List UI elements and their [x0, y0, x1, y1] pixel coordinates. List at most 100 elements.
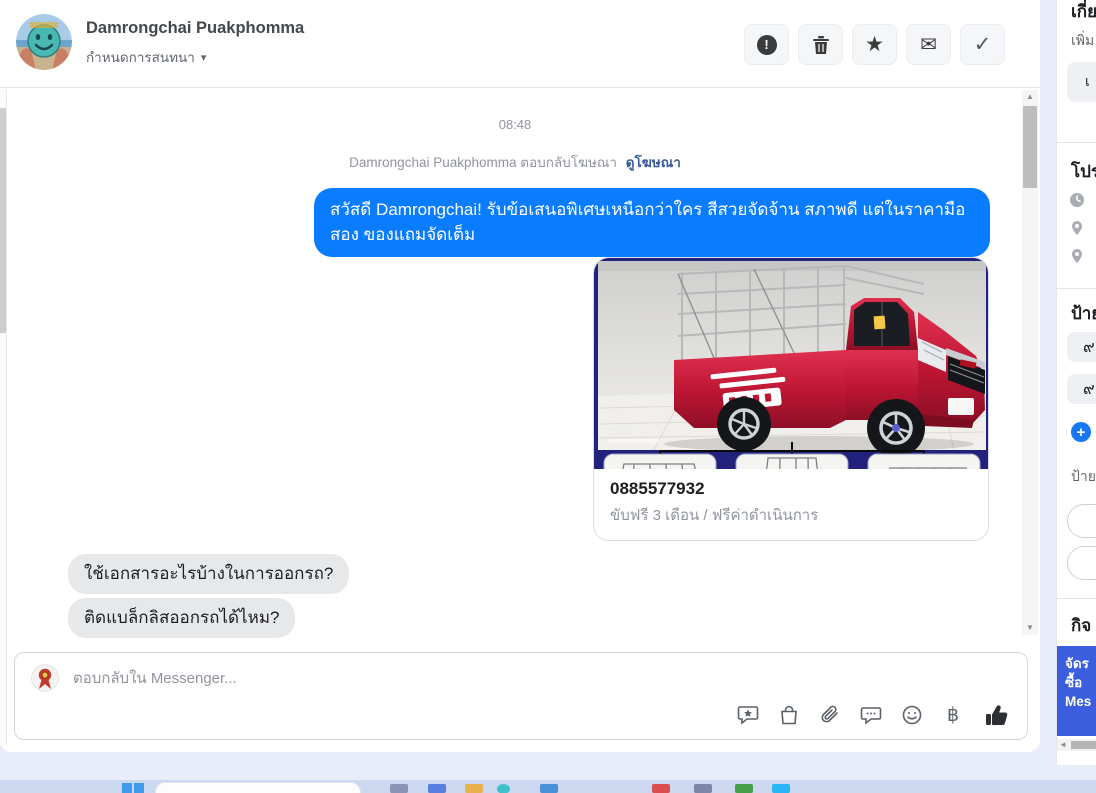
location-pin-icon: [1072, 249, 1082, 263]
page-avatar-image: [31, 664, 59, 692]
sticker-bubble-star-icon: [737, 706, 759, 725]
label-chip[interactable]: ๙: [1067, 374, 1096, 404]
mark-unread-button[interactable]: ✉: [906, 24, 951, 65]
taskbar: [0, 780, 1096, 793]
ad-context-row: Damrongchai Puakphomma ตอบกลับโฆษณา ดูโฆ…: [8, 151, 1022, 173]
saved-replies-button[interactable]: [860, 704, 882, 726]
star-icon: ★: [865, 33, 884, 56]
plus-icon: +: [1076, 423, 1086, 441]
activity-cta-line: Mes: [1065, 694, 1092, 709]
taskbar-app-icon[interactable]: [772, 784, 790, 793]
outgoing-message-bubble: สวัสดี Damrongchai! รับข้อเสนอพิเศษเหนือ…: [314, 188, 990, 258]
message-scrollbar-thumb[interactable]: [1023, 106, 1037, 188]
sticker-button[interactable]: [737, 704, 759, 726]
activity-cta-card[interactable]: จัดร ซื้อ Mes: [1057, 646, 1096, 736]
incoming-message-bubble: ใช้เอกสารอะไรบ้างในการออกรถ?: [68, 554, 350, 594]
labels-section-title: ป้าย: [1071, 304, 1096, 323]
emoji-button[interactable]: [901, 704, 923, 726]
report-button[interactable]: !: [744, 24, 789, 65]
about-section-title: เกี่ย: [1071, 2, 1096, 21]
smiley-icon: [902, 705, 922, 725]
about-action-label: เ: [1085, 73, 1090, 89]
trash-icon: [812, 35, 829, 54]
conversation-actions: ! ★ ✉ ✓: [744, 24, 1005, 65]
delete-button[interactable]: [798, 24, 843, 65]
taskbar-app-icon[interactable]: [540, 784, 558, 793]
label-chip-text: ๙: [1083, 338, 1095, 356]
taskbar-app-icon[interactable]: [428, 784, 446, 793]
taskbar-app-icon[interactable]: [652, 784, 670, 793]
location-pin-icon: [1072, 221, 1082, 235]
details-sidebar: เกี่ย เพิ่ม เ โปร ป้าย ๙ ๙ +: [1056, 0, 1096, 765]
label-chip-text: ๙: [1083, 380, 1095, 398]
contact-name: Damrongchai Puakphomma: [86, 19, 305, 37]
comment-dots-icon: [860, 707, 882, 725]
labels-hint-text: ป้าย: [1071, 468, 1096, 484]
baht-icon: ฿: [946, 704, 960, 726]
label-input[interactable]: [1067, 504, 1096, 538]
taskbar-app-icon[interactable]: [694, 784, 712, 793]
conversation-header: Damrongchai Puakphomma กำหนดการสนทนา ▾ !: [0, 0, 1040, 88]
profile-section-title: โปร: [1071, 162, 1096, 181]
incoming-message-bubble: ติดแบล็กลิสออกรถได้ไหม?: [68, 598, 296, 638]
about-action-button[interactable]: เ: [1067, 62, 1096, 102]
activity-section-title: กิจ: [1071, 616, 1092, 635]
shopping-bag-icon: [781, 705, 797, 725]
envelope-icon: ✉: [920, 33, 937, 56]
message-list: 08:48 Damrongchai Puakphomma ตอบกลับโฆษณ…: [8, 89, 1022, 638]
attachment-caption: ขับฟรี 3 เดือน / ฟรีค่าดำเนินการ: [610, 507, 819, 524]
windows-start-icon[interactable]: [122, 783, 144, 793]
conversation-list-scrollbar[interactable]: [0, 89, 7, 745]
activity-cta-line: ซื้อ: [1065, 675, 1083, 690]
divider: [1057, 598, 1096, 599]
attach-button[interactable]: [819, 704, 841, 726]
sidebar-scrollbar-thumb[interactable]: [1071, 741, 1096, 749]
reply-input[interactable]: [73, 664, 693, 692]
divider: [1057, 142, 1096, 143]
add-label-button[interactable]: +: [1071, 422, 1091, 442]
timestamp: 08:48: [498, 117, 532, 132]
ad-context-text: Damrongchai Puakphomma ตอบกลับโฆษณา: [349, 155, 617, 170]
paperclip-icon: [821, 705, 838, 723]
label-input[interactable]: [1067, 546, 1096, 580]
taskbar-search-input[interactable]: [155, 782, 361, 793]
products-button[interactable]: [778, 704, 800, 726]
chat-panel: Damrongchai Puakphomma กำหนดการสนทนา ▾ !: [0, 0, 1040, 752]
composer-toolbar: ฿: [737, 701, 1011, 729]
like-button[interactable]: [983, 701, 1011, 729]
view-ad-link[interactable]: ดูโฆษณา: [626, 155, 681, 170]
scroll-down-icon[interactable]: ▼: [1022, 621, 1038, 635]
check-icon: ✓: [973, 33, 992, 56]
scroll-up-icon[interactable]: ▲: [1022, 90, 1038, 104]
screen: Damrongchai Puakphomma กำหนดการสนทนา ▾ !: [0, 0, 1096, 793]
attachment-info: 0885577932 ขับฟรี 3 เดือน / ฟรีค่าดำเนิน…: [594, 469, 988, 540]
payment-button[interactable]: ฿: [942, 704, 964, 726]
contact-avatar-image: [16, 14, 72, 70]
taskbar-app-icon[interactable]: [465, 784, 483, 793]
chevron-down-icon: ▾: [200, 51, 207, 64]
thumbs-up-icon: [986, 705, 1008, 726]
mark-done-button[interactable]: ✓: [960, 24, 1005, 65]
taskbar-app-icon[interactable]: [390, 784, 408, 793]
scroll-left-icon[interactable]: ◄: [1059, 739, 1067, 751]
page-avatar: [31, 664, 59, 692]
image-tag-text: K039: [608, 426, 632, 437]
contact-avatar[interactable]: [16, 14, 72, 70]
attachment-card[interactable]: K039 0885577932 ขับฟรี 3 เดือน / ฟรีค่าด…: [593, 257, 989, 541]
divider: [1057, 288, 1096, 289]
activity-cta-line: จัดร: [1065, 656, 1089, 671]
clock-icon: [1070, 193, 1084, 207]
reply-composer: ฿: [14, 652, 1028, 740]
schedule-dropdown[interactable]: กำหนดการสนทนา ▾: [86, 46, 206, 68]
about-hint-text: เพิ่ม: [1071, 32, 1095, 48]
sidebar-horizontal-scrollbar[interactable]: ◄: [1057, 739, 1096, 751]
schedule-dropdown-label: กำหนดการสนทนา: [86, 50, 195, 65]
message-scrollbar[interactable]: ▲ ▼: [1022, 90, 1038, 635]
exclamation-circle-icon: !: [756, 34, 777, 55]
conversation-list-scrollbar-thumb[interactable]: [0, 108, 6, 333]
taskbar-app-icon[interactable]: [735, 784, 753, 793]
star-button[interactable]: ★: [852, 24, 897, 65]
taskbar-app-icon[interactable]: [497, 784, 510, 793]
label-chip[interactable]: ๙: [1067, 332, 1096, 362]
truck-ad-image: K039: [594, 258, 988, 469]
